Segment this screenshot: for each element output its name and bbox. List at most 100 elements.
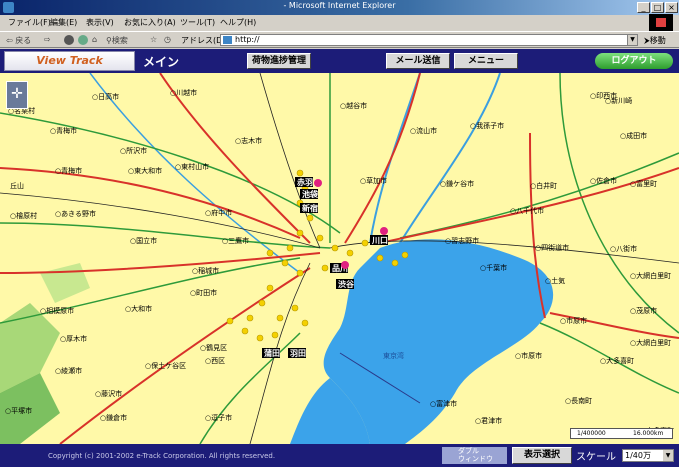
svg-text:○鶴見区: ○鶴見区 <box>200 343 227 352</box>
svg-text:○長南町: ○長南町 <box>565 396 592 405</box>
map-scale-indicator: 1/400000 16.000km <box>570 428 673 439</box>
chevron-down-icon: ▼ <box>663 450 673 461</box>
svg-text:○草加市: ○草加市 <box>360 176 387 185</box>
menu-view[interactable]: 表示(V) <box>86 17 114 28</box>
svg-text:川口: 川口 <box>371 236 388 245</box>
svg-text:○藤沢市: ○藤沢市 <box>95 389 122 398</box>
svg-text:池袋: 池袋 <box>302 189 319 199</box>
svg-text:○越谷市: ○越谷市 <box>340 101 367 110</box>
svg-text:○八街市: ○八街市 <box>610 244 637 253</box>
svg-text:○保土ケ谷区: ○保土ケ谷区 <box>145 361 186 370</box>
menu-edit[interactable]: 編集(E) <box>50 17 77 28</box>
toolbar: ⇦ 戻る ⇨ ⌂ ⚲検索 ☆ ◷ アドレス(D) http:// ▼ ⮞移動 <box>0 31 679 48</box>
menu-favorites[interactable]: お気に入り(A) <box>124 17 176 28</box>
svg-text:○大和市: ○大和市 <box>125 304 152 313</box>
menu-help[interactable]: ヘルプ(H) <box>220 17 256 28</box>
scale-label: スケール <box>576 452 616 463</box>
svg-text:○習志野市: ○習志野市 <box>445 236 479 245</box>
scale-select[interactable]: 1/40万 ▼ <box>622 449 674 462</box>
svg-text:○我孫子市: ○我孫子市 <box>470 121 504 130</box>
scale-distance: 16.000km <box>633 430 664 437</box>
address-input[interactable]: http:// <box>220 34 638 46</box>
svg-text:○流山市: ○流山市 <box>410 126 437 135</box>
display-select-button[interactable]: 表示選択 <box>512 447 572 464</box>
home-icon[interactable]: ⌂ <box>92 35 97 44</box>
svg-text:○町田市: ○町田市 <box>190 288 217 297</box>
svg-text:○三鷹市: ○三鷹市 <box>222 236 249 245</box>
svg-text:○佐倉市: ○佐倉市 <box>590 176 617 185</box>
svg-text:蒲田: 蒲田 <box>264 348 280 358</box>
maximize-button[interactable]: □ <box>651 2 664 13</box>
stop-icon[interactable] <box>64 35 74 45</box>
windows-logo-icon <box>649 14 673 31</box>
svg-text:○所沢市: ○所沢市 <box>120 146 147 155</box>
minimize-button[interactable]: _ <box>637 2 650 13</box>
svg-text:○市原市: ○市原市 <box>515 351 542 360</box>
svg-text:○厚木市: ○厚木市 <box>60 334 87 343</box>
svg-text:○平塚市: ○平塚市 <box>5 406 32 415</box>
forward-button[interactable]: ⇨ <box>44 35 51 44</box>
title-bar: - Microsoft Internet Explorer _ □ × <box>0 0 679 15</box>
svg-text:羽田: 羽田 <box>290 349 306 358</box>
scale-select-value: 1/40万 <box>625 451 651 460</box>
svg-text:○檜原村: ○檜原村 <box>10 211 37 220</box>
svg-text:○東村山市: ○東村山市 <box>175 162 209 171</box>
svg-text:○西区: ○西区 <box>205 357 225 365</box>
refresh-icon[interactable] <box>78 35 88 45</box>
svg-text:○大網白里町: ○大網白里町 <box>630 271 671 280</box>
history-icon[interactable]: ◷ <box>164 35 171 44</box>
svg-text:○富津市: ○富津市 <box>430 399 457 408</box>
svg-text:○府中市: ○府中市 <box>205 208 232 217</box>
logout-button[interactable]: ログアウト <box>595 53 673 69</box>
svg-text:○成田市: ○成田市 <box>620 131 647 140</box>
address-label: アドレス(D) <box>181 36 226 45</box>
svg-text:○四街道市: ○四街道市 <box>535 243 569 252</box>
svg-text:丘山: 丘山 <box>10 181 24 190</box>
window-title: - Microsoft Internet Explorer <box>283 1 396 10</box>
svg-text:○土気: ○土気 <box>545 276 565 285</box>
svg-text:○青梅市: ○青梅市 <box>55 166 82 175</box>
svg-text:○あきる野市: ○あきる野市 <box>55 209 96 218</box>
menu-tools[interactable]: ツール(T) <box>180 17 215 28</box>
svg-text:○稲城市: ○稲城市 <box>192 266 219 275</box>
svg-text:○市原市: ○市原市 <box>560 316 587 325</box>
back-button[interactable]: ⇦ 戻る <box>6 35 31 46</box>
svg-text:○青梅市: ○青梅市 <box>50 126 77 135</box>
search-button[interactable]: ⚲検索 <box>106 35 128 46</box>
svg-text:○新川崎: ○新川崎 <box>605 96 632 105</box>
svg-text:○国立市: ○国立市 <box>130 236 157 245</box>
map-view[interactable]: ○名栗村 ○日高市 ○川越市 ○越谷市 ○流山市 ○我孫子市 ○印西市 ○新川崎… <box>0 73 679 444</box>
svg-text:○日高市: ○日高市 <box>92 92 119 101</box>
send-mail-button[interactable]: メール送信 <box>386 53 450 69</box>
svg-text:○八千代市: ○八千代市 <box>510 206 544 215</box>
svg-text:○茂原市: ○茂原市 <box>630 306 657 315</box>
svg-text:○鎌ケ谷市: ○鎌ケ谷市 <box>440 179 474 188</box>
menu-bar: ファイル(F) 編集(E) 表示(V) お気に入り(A) ツール(T) ヘルプ(… <box>0 15 679 30</box>
svg-text:○白井町: ○白井町 <box>530 181 557 190</box>
menu-button[interactable]: メニュー <box>454 53 518 69</box>
page-icon <box>223 36 232 44</box>
app-header: View Track メイン 荷物進捗管理 メール送信 メニュー ログアウト <box>0 49 679 73</box>
map-canvas: ○名栗村 ○日高市 ○川越市 ○越谷市 ○流山市 ○我孫子市 ○印西市 ○新川崎… <box>0 73 679 444</box>
svg-text:渋谷: 渋谷 <box>338 279 355 289</box>
svg-text:○君津市: ○君津市 <box>475 416 502 425</box>
favorites-icon[interactable]: ☆ <box>150 35 157 44</box>
move-arrows-icon[interactable]: ✛ <box>6 81 28 109</box>
svg-text:赤羽: 赤羽 <box>297 177 313 187</box>
double-window-button[interactable]: ダブル ウィンドウ <box>442 447 507 464</box>
double-window-label-1: ダブル <box>458 447 479 455</box>
svg-text:○大多喜町: ○大多喜町 <box>600 356 634 365</box>
close-button[interactable]: × <box>665 2 678 13</box>
svg-text:○東大和市: ○東大和市 <box>128 166 162 175</box>
svg-text:○逗子市: ○逗子市 <box>205 413 232 422</box>
scale-ratio: 1/400000 <box>577 430 606 437</box>
progress-management-button[interactable]: 荷物進捗管理 <box>247 53 311 69</box>
menu-file[interactable]: ファイル(F) <box>8 17 51 28</box>
status-bar: Copyright (c) 2001-2002 e-Track Corporat… <box>0 444 679 467</box>
svg-text:○鎌倉市: ○鎌倉市 <box>100 413 127 422</box>
svg-text:○志木市: ○志木市 <box>235 136 262 145</box>
bay-label: 東京湾 <box>383 351 404 360</box>
go-button[interactable]: ⮞移動 <box>644 35 666 46</box>
address-dropdown-icon[interactable]: ▼ <box>627 34 638 46</box>
view-track-logo: View Track <box>4 51 135 71</box>
